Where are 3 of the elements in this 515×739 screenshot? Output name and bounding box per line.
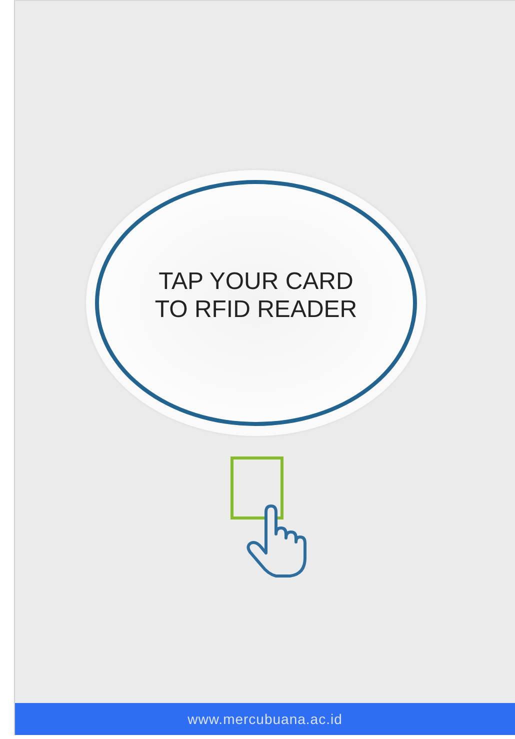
card-tap-icon <box>228 456 308 579</box>
website-url: www.mercubuana.ac.id <box>188 711 342 727</box>
prompt-text: TAP YOUR CARD TO RFID READER <box>154 268 358 324</box>
